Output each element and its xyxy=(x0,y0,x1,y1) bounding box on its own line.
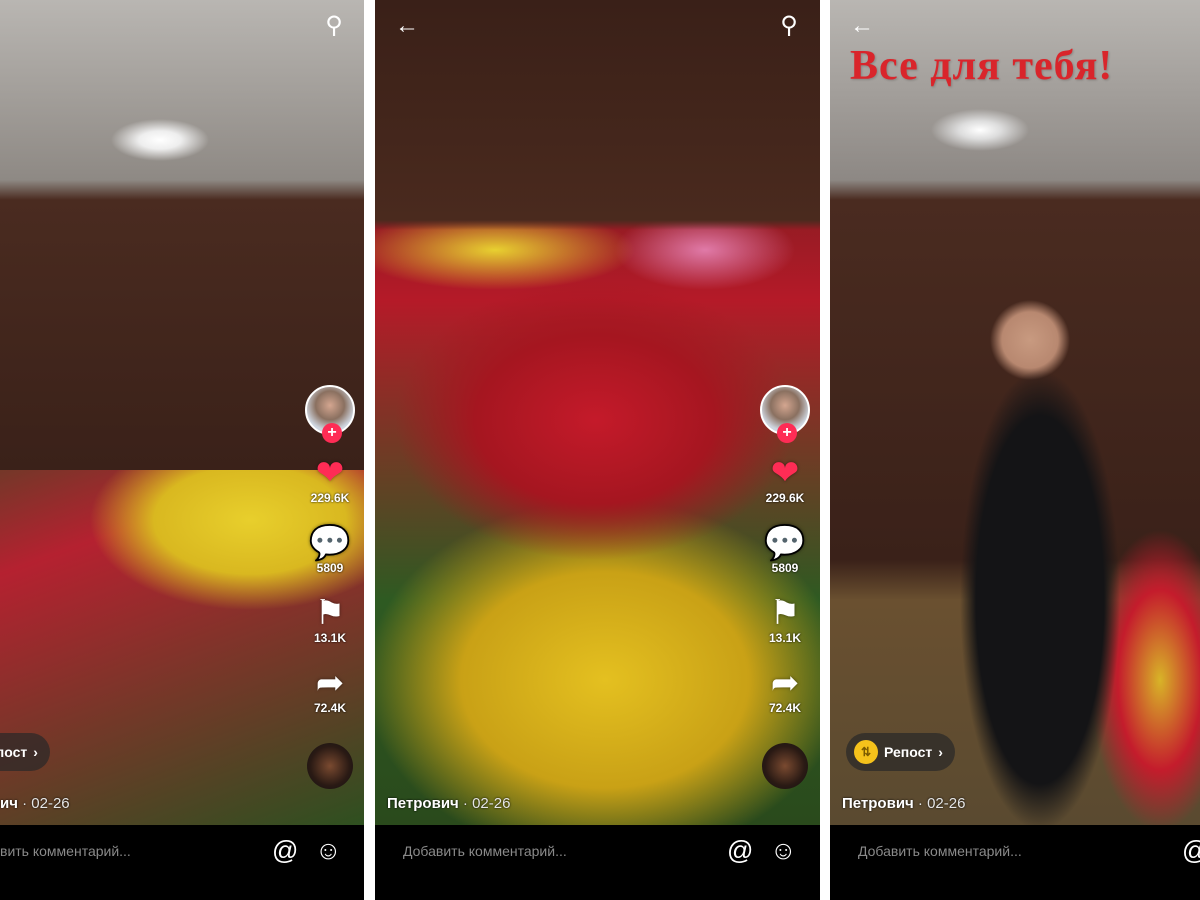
share-count: 72.4K xyxy=(768,701,802,715)
save-count: 13.1K xyxy=(768,631,802,645)
repost-button[interactable]: ⇅ Репост › xyxy=(846,733,955,771)
video-frame[interactable] xyxy=(830,0,1200,825)
like-count: 229.6K xyxy=(765,491,805,505)
comment-input[interactable]: Добавить комментарий... xyxy=(858,843,1022,859)
comment-icon[interactable]: 💬 xyxy=(764,525,806,561)
repost-label: епост xyxy=(0,744,28,760)
follow-plus-icon[interactable]: + xyxy=(322,423,342,443)
share-icon[interactable]: ➦ xyxy=(316,665,345,701)
author-line[interactable]: Петрович · 02-26 xyxy=(842,795,965,812)
search-icon[interactable]: ⚲ xyxy=(320,12,348,40)
comment-count: 5809 xyxy=(316,561,344,575)
post-date: · 02-26 xyxy=(462,795,511,812)
heart-icon[interactable]: ❤ xyxy=(771,455,800,491)
music-disc[interactable] xyxy=(307,743,353,789)
comment-count: 5809 xyxy=(771,561,799,575)
comment-input[interactable]: Добавить комментарий... xyxy=(403,843,567,859)
repost-button[interactable]: епост › xyxy=(0,733,50,771)
like-count: 229.6K xyxy=(310,491,350,505)
repost-icon: ⇅ xyxy=(854,740,878,764)
share-count: 72.4K xyxy=(313,701,347,715)
search-icon[interactable]: ⚲ xyxy=(775,12,803,40)
avatar[interactable]: + xyxy=(760,385,810,443)
repost-label: Репост xyxy=(884,744,933,760)
back-arrow-icon[interactable]: ← xyxy=(393,12,421,40)
mention-icon[interactable]: @ xyxy=(1182,835,1200,866)
back-arrow-icon[interactable]: ← xyxy=(848,12,876,40)
music-disc[interactable] xyxy=(762,743,808,789)
video-overlay-text: Все для тебя! xyxy=(850,43,1114,89)
video-frame[interactable] xyxy=(375,0,820,825)
comment-icon[interactable]: 💬 xyxy=(309,525,351,561)
save-count: 13.1K xyxy=(313,631,347,645)
post-date: · 02-26 xyxy=(917,795,966,812)
author-name[interactable]: Петрович xyxy=(842,795,914,812)
chevron-right-icon: › xyxy=(33,744,38,760)
follow-plus-icon[interactable]: + xyxy=(777,423,797,443)
comment-input[interactable]: вить комментарий... xyxy=(0,843,131,859)
emoji-icon[interactable]: ☺ xyxy=(770,835,797,866)
bookmark-icon[interactable]: ⚑ xyxy=(770,595,800,631)
bookmark-icon[interactable]: ⚑ xyxy=(315,595,345,631)
author-name[interactable]: Петрович xyxy=(387,795,459,812)
comment-bar: вить комментарий... @ ☺ xyxy=(0,825,364,900)
avatar[interactable]: + xyxy=(305,385,355,443)
author-line[interactable]: ич · 02-26 xyxy=(0,795,70,812)
emoji-icon[interactable]: ☺ xyxy=(315,835,342,866)
video-panel-3: Все для тебя! ← ⇅ Репост › Петрович · 02-2… xyxy=(830,0,1200,900)
video-panel-1: ⚲ + ❤ 229.6K 💬 5809 ⚑ 13.1K ➦ 72.4K епос… xyxy=(0,0,364,900)
comment-bar: Добавить комментарий... @ xyxy=(830,825,1200,900)
post-date: · 02-26 xyxy=(22,795,70,812)
share-icon[interactable]: ➦ xyxy=(771,665,800,701)
author-line[interactable]: Петрович · 02-26 xyxy=(387,795,510,812)
comment-bar: Добавить комментарий... @ ☺ xyxy=(375,825,820,900)
mention-icon[interactable]: @ xyxy=(727,835,753,866)
action-rail: + ❤ 229.6K 💬 5809 ⚑ 13.1K ➦ 72.4K xyxy=(755,385,815,789)
video-panel-2: ← ⚲ + ❤ 229.6K 💬 5809 ⚑ 13.1K ➦ 72.4K Пе… xyxy=(375,0,820,900)
action-rail: + ❤ 229.6K 💬 5809 ⚑ 13.1K ➦ 72.4K xyxy=(300,385,360,789)
heart-icon[interactable]: ❤ xyxy=(316,455,345,491)
author-name[interactable]: ич xyxy=(0,795,18,812)
chevron-right-icon: › xyxy=(938,744,943,760)
mention-icon[interactable]: @ xyxy=(272,835,298,866)
